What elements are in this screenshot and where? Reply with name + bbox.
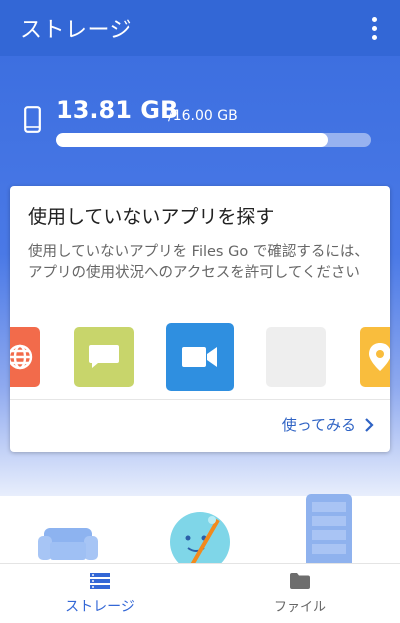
storage-used: 13.81 GB [56,96,179,124]
blank-app-icon [266,327,326,387]
video-camera-icon [166,323,234,391]
storage-icon [90,572,110,589]
storage-total: /16.00 GB [168,108,238,124]
card-description: 使用していないアプリを Files Go で確認するには、アプリの使用状況へのア… [28,244,369,281]
app-icons-row [10,322,390,392]
couch-illustration [38,528,98,560]
app-bar: ストレージ [0,0,400,56]
chevron-right-icon [365,417,374,432]
nav-item-storage[interactable]: ストレージ [0,564,200,623]
cabinet-illustration [306,494,352,570]
app-title: ストレージ [20,18,133,43]
chat-bubble-icon [74,327,134,387]
try-it-label: 使ってみる [281,416,356,434]
nav-item-files[interactable]: ファイル [200,564,400,623]
nav-label-storage: ストレージ [65,598,135,615]
unused-apps-card: 使用していないアプリを探す 使用していないアプリを Files Go で確認する… [10,186,390,452]
phone-icon [24,106,41,133]
storage-progress-fill [56,133,328,147]
mascot-illustration [170,512,230,570]
nav-label-files: ファイル [273,600,326,615]
globe-icon [10,327,40,387]
map-pin-icon [360,327,390,387]
storage-progress-bar [56,133,371,147]
try-it-button[interactable]: 使ってみる [282,414,374,435]
storage-illustration [38,494,352,570]
bottom-navigation: ストレージ ファイル [0,563,400,623]
more-vert-icon[interactable] [362,14,386,42]
card-title: 使用していないアプリを探す [28,206,275,228]
card-divider [10,399,390,400]
folder-icon [290,573,310,589]
